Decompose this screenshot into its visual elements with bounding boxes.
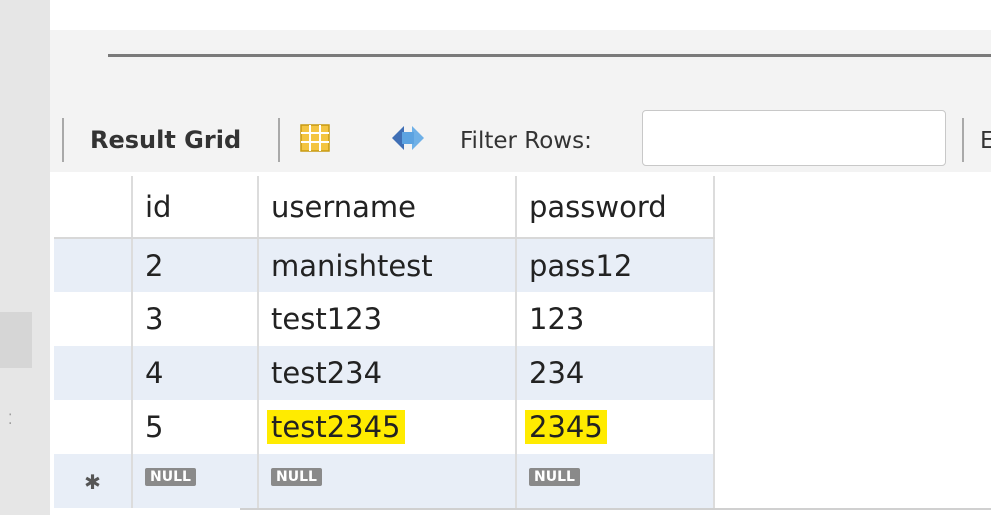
row-selector[interactable] bbox=[54, 238, 133, 292]
toolbar-clipped-label[interactable]: E bbox=[980, 128, 991, 154]
null-badge: NULL bbox=[145, 468, 196, 486]
highlighted-text: test2345 bbox=[267, 410, 405, 444]
row-selector[interactable] bbox=[54, 346, 133, 400]
cell-username[interactable]: manishtest bbox=[258, 238, 517, 292]
toolbar-separator bbox=[962, 118, 964, 162]
cell-password-null[interactable]: NULL bbox=[516, 454, 715, 508]
new-row[interactable]: ✱ NULL NULL NULL bbox=[54, 454, 715, 508]
splitter-grip-icon[interactable]: ⁚ bbox=[8, 412, 12, 428]
cell-password[interactable]: 234 bbox=[516, 346, 715, 400]
null-badge: NULL bbox=[271, 468, 322, 486]
filter-rows-input[interactable] bbox=[642, 110, 946, 166]
column-header-id[interactable]: id bbox=[132, 176, 259, 239]
filter-rows-label: Filter Rows: bbox=[460, 128, 592, 154]
cell-id[interactable]: 3 bbox=[132, 292, 259, 346]
cell-id[interactable]: 2 bbox=[132, 238, 259, 292]
null-badge: NULL bbox=[529, 468, 580, 486]
toolbar-separator bbox=[62, 118, 64, 162]
left-panel-marker bbox=[0, 312, 32, 368]
row-selector-header[interactable] bbox=[54, 176, 133, 239]
toolbar-separator bbox=[278, 118, 280, 162]
row-selector[interactable]: ✱ bbox=[54, 454, 133, 508]
cell-id[interactable]: 4 bbox=[132, 346, 259, 400]
cell-id[interactable]: 5 bbox=[132, 400, 259, 454]
grid-view-icon[interactable] bbox=[300, 124, 330, 152]
cell-username[interactable]: test234 bbox=[258, 346, 517, 400]
table-row[interactable]: 4 test234 234 bbox=[54, 346, 715, 400]
table-row[interactable]: 5 test2345 2345 bbox=[54, 400, 715, 454]
row-selector[interactable] bbox=[54, 400, 133, 454]
header-row: id username password bbox=[54, 176, 715, 239]
cell-username[interactable]: test2345 bbox=[258, 400, 517, 454]
cell-username[interactable]: test123 bbox=[258, 292, 517, 346]
column-header-password[interactable]: password bbox=[516, 176, 715, 239]
cell-password[interactable]: 2345 bbox=[516, 400, 715, 454]
left-panel-strip: ⁚ bbox=[0, 0, 50, 515]
top-area bbox=[0, 0, 991, 30]
grid-bottom-border bbox=[240, 508, 991, 510]
result-grid-label[interactable]: Result Grid bbox=[90, 126, 241, 154]
table-row[interactable]: 2 manishtest pass12 bbox=[54, 238, 715, 292]
cell-username-null[interactable]: NULL bbox=[258, 454, 517, 508]
cell-password[interactable]: pass12 bbox=[516, 238, 715, 292]
column-header-username[interactable]: username bbox=[258, 176, 517, 239]
result-toolbar: Result Grid Filter Rows: E bbox=[50, 102, 991, 172]
refresh-icon[interactable] bbox=[386, 120, 430, 156]
result-grid-table: id username password 2 manishtest pass12… bbox=[54, 176, 715, 508]
cell-id-null[interactable]: NULL bbox=[132, 454, 259, 508]
cell-password[interactable]: 123 bbox=[516, 292, 715, 346]
horizontal-splitter[interactable] bbox=[108, 54, 991, 57]
table-row[interactable]: 3 test123 123 bbox=[54, 292, 715, 346]
row-selector[interactable] bbox=[54, 292, 133, 346]
new-row-star-icon: ✱ bbox=[84, 470, 101, 494]
highlighted-text: 2345 bbox=[525, 410, 607, 444]
